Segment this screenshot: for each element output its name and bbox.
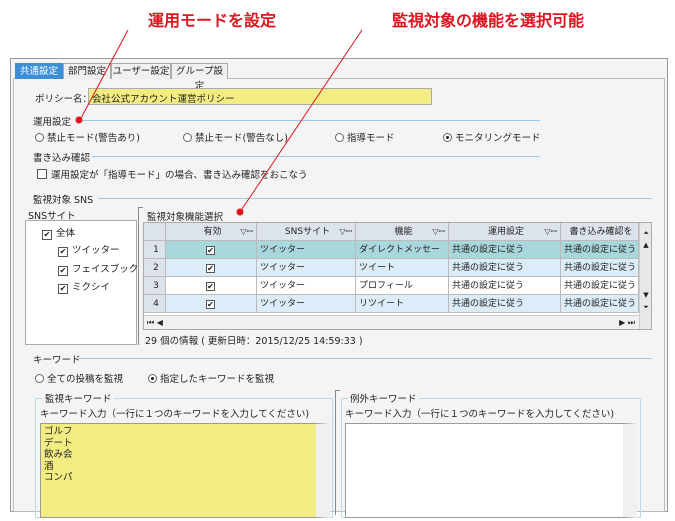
annotation-dot (75, 116, 83, 124)
annotation-lines (75, 29, 363, 216)
annotation-dot (236, 208, 244, 216)
